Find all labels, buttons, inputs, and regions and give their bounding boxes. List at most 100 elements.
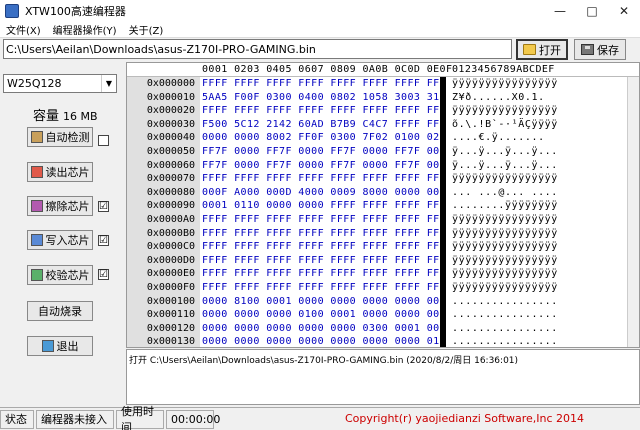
hex-row-bytes[interactable]: 0000 0000 0000 0000 0000 0300 0001 0000 [202,322,452,336]
folder-icon [523,44,536,55]
hex-row-address: 0x000030 [146,118,195,130]
status-label: 状态 [0,409,34,429]
open-button-label: 打开 [539,43,561,57]
hex-row-ascii[interactable]: ....€.ÿ....... [452,131,558,145]
write-chip-checkbox[interactable]: ☑ [98,235,109,246]
erase-chip-label: 擦除芯片 [45,200,90,213]
hex-row-ascii[interactable]: ÿÿÿÿÿÿÿÿÿÿÿÿÿÿÿÿ [452,240,558,254]
hex-row-ascii[interactable]: ................ [452,335,558,347]
capacity-value: 16 MB [63,110,98,123]
hex-row-ascii[interactable]: ÿÿÿÿÿÿÿÿÿÿÿÿÿÿÿÿ [452,172,558,186]
hex-row-bytes[interactable]: FFFF FFFF FFFF FFFF FFFF FFFF FFFF FFFF [202,254,452,268]
open-button[interactable]: 打开 [516,39,568,60]
hex-row-ascii[interactable]: ÿ...ÿ...ÿ...ÿ... [452,159,558,173]
bytes-column[interactable]: FFFF FFFF FFFF FFFF FFFF FFFF FFFF FFFF 5… [200,77,452,347]
hex-editor[interactable]: 0001 0203 0405 0607 0809 0A0B 0C0D 0E0F … [126,62,640,348]
verify-chip-button[interactable]: 校验芯片 [27,265,93,285]
hex-body[interactable]: 0x000000 0x000010 0x000020 0x000030 0x000040… [127,77,639,347]
chevron-down-icon[interactable]: ▼ [101,75,116,92]
hex-row-ascii[interactable]: ................ [452,295,558,309]
hex-row-bytes[interactable]: 5AA5 F00F 0300 0400 0802 1058 3003 3100 [202,91,452,105]
menu-file[interactable]: 文件(X) [0,22,47,37]
hex-row-bytes[interactable]: 0000 8100 0001 0000 0000 0000 0000 0000 [202,295,452,309]
hex-row-ascii[interactable]: ÿÿÿÿÿÿÿÿÿÿÿÿÿÿÿÿ [452,267,558,281]
save-button[interactable]: 保存 [574,39,626,60]
title-bar: XTW100高速编程器 — □ ✕ [0,0,640,22]
hex-row-ascii[interactable]: ÿ...ÿ...ÿ...ÿ... [452,145,558,159]
exit-button[interactable]: 退出 [27,336,93,356]
auto-burn-button[interactable]: 自动烧录 [27,301,93,321]
read-chip-label: 读出芯片 [45,166,90,179]
erase-chip-checkbox[interactable]: ☑ [98,201,109,212]
hex-row-ascii[interactable]: ........ÿÿÿÿÿÿÿÿ [452,199,558,213]
vertical-scrollbar[interactable] [627,77,639,347]
hex-row-address: 0x000040 [146,132,195,144]
hex-row-address: 0x0000F0 [146,282,195,293]
hex-row-bytes[interactable]: FFFF FFFF FFFF FFFF FFFF FFFF FFFF FFFF [202,267,452,281]
hex-row-bytes[interactable]: FFFF FFFF FFFF FFFF FFFF FFFF FFFF FFFF [202,281,452,295]
hex-row-ascii[interactable]: ÿÿÿÿÿÿÿÿÿÿÿÿÿÿÿÿ [452,104,558,118]
hex-row-bytes[interactable]: FFFF FFFF FFFF FFFF FFFF FFFF FFFF FFFF [202,240,452,254]
hex-header-bytes: 0001 0203 0405 0607 0809 0A0B 0C0D 0E0F [202,64,453,75]
time-label: 使用时间 [116,405,164,430]
hex-row-address: 0x000010 [146,91,195,103]
verify-icon [30,269,43,281]
hex-row-bytes[interactable]: FF7F 0000 FF7F 0000 FF7F 0000 FF7F 0000 [202,159,452,173]
erase-icon [30,200,43,212]
erase-chip-button[interactable]: 擦除芯片 [27,196,93,216]
hex-row-bytes[interactable]: FFFF FFFF FFFF FFFF FFFF FFFF FFFF FFFF [202,172,452,186]
hex-row-ascii[interactable]: ÿÿÿÿÿÿÿÿÿÿÿÿÿÿÿÿ [452,77,558,91]
hex-row-bytes[interactable]: FFFF FFFF FFFF FFFF FFFF FFFF FFFF FFFF [202,77,452,91]
programmer-status: 编程器未接入 [36,409,114,429]
hex-row-bytes[interactable]: FFFF FFFF FFFF FFFF FFFF FFFF FFFF FFFF [202,213,452,227]
read-icon [30,166,43,178]
minimize-icon[interactable]: — [544,0,576,22]
status-bar: 状态 编程器未接入 使用时间 00:00:00 Copyright(r) yao… [0,405,640,430]
hex-row-address: 0x0000B0 [146,227,195,239]
hex-row-address: 0x000070 [146,173,195,185]
log-panel: 打开 C:\Users\Aeilan\Downloads\asus-Z170I-… [126,349,640,405]
hex-row-bytes[interactable]: 000F A000 000D 4000 0009 8000 0000 0000 [202,186,452,200]
hex-row-ascii[interactable]: ÿÿÿÿÿÿÿÿÿÿÿÿÿÿÿÿ [452,213,558,227]
file-path-input[interactable] [3,39,512,59]
chip-model-select[interactable]: W25Q128 ▼ [3,74,117,93]
capacity-display: 容量 16 MB [33,105,98,124]
write-chip-button[interactable]: 写入芯片 [27,230,93,250]
hex-row-bytes[interactable]: 0001 0110 0000 0000 FFFF FFFF FFFF FFFF [202,199,452,213]
ascii-column[interactable]: ÿÿÿÿÿÿÿÿÿÿÿÿÿÿÿÿ Z¥ð......X0.1. ÿÿÿÿÿÿÿÿÿÿ… [446,77,639,347]
chip-model-value: W25Q128 [7,77,62,90]
menu-about[interactable]: 关于(Z) [123,22,170,37]
read-chip-button[interactable]: 读出芯片 [27,162,93,182]
hex-row-address: 0x0000E0 [146,268,195,280]
hex-row-ascii[interactable]: ................ [452,322,558,336]
hex-row-bytes[interactable]: FF7F 0000 FF7F 0000 FF7F 0000 FF7F 0000 [202,145,452,159]
hex-row-bytes[interactable]: 0000 0000 0000 0000 0000 0000 0000 0100 [202,335,452,347]
hex-row-address: 0x000000 [146,78,195,89]
hex-row-bytes[interactable]: FFFF FFFF FFFF FFFF FFFF FFFF FFFF FFFF [202,104,452,118]
maximize-icon[interactable]: □ [576,0,608,22]
hex-row-address: 0x000110 [146,309,195,321]
verify-chip-checkbox[interactable]: ☑ [98,269,109,280]
hex-row-ascii[interactable]: ÿÿÿÿÿÿÿÿÿÿÿÿÿÿÿÿ [452,281,558,295]
hex-row-bytes[interactable]: 0000 0000 0000 0100 0001 0000 0000 0000 [202,308,452,322]
auto-detect-button[interactable]: 自动检测 [27,127,93,147]
window-title: XTW100高速编程器 [25,5,126,18]
close-icon[interactable]: ✕ [608,0,640,22]
window-controls: — □ ✕ [544,0,640,22]
hex-row-ascii[interactable]: Z¥ð......X0.1. [452,91,545,105]
floppy-disk-icon [581,44,594,55]
hex-row-bytes[interactable]: 0000 0000 8002 FF0F 0300 7F02 0100 0200 [202,131,452,145]
hex-row-address: 0x0000C0 [146,241,195,253]
hex-row-address: 0x0000A0 [146,214,195,225]
hex-row-ascii[interactable]: ÿÿÿÿÿÿÿÿÿÿÿÿÿÿÿÿ [452,227,558,241]
hex-row-ascii[interactable]: ................ [452,308,558,322]
menu-programmer[interactable]: 编程器操作(Y) [47,22,123,37]
hex-row-bytes[interactable]: FFFF FFFF FFFF FFFF FFFF FFFF FFFF FFFF [202,227,452,241]
path-toolbar: 打开 保存 [0,38,640,61]
hex-row-ascii[interactable]: ... ...@... .... [452,186,558,200]
copyright-text: Copyright(r) yaojiedianzi Software,Inc 2… [345,412,585,425]
hex-row-ascii[interactable]: õ.\.!B`-·¹ÄÇÿÿÿÿ [452,118,558,132]
hex-row-ascii[interactable]: ÿÿÿÿÿÿÿÿÿÿÿÿÿÿÿÿ [452,254,558,268]
hex-row-bytes[interactable]: F500 5C12 2142 60AD B7B9 C4C7 FFFF FFFF [202,118,452,132]
auto-detect-checkbox[interactable] [98,135,109,146]
